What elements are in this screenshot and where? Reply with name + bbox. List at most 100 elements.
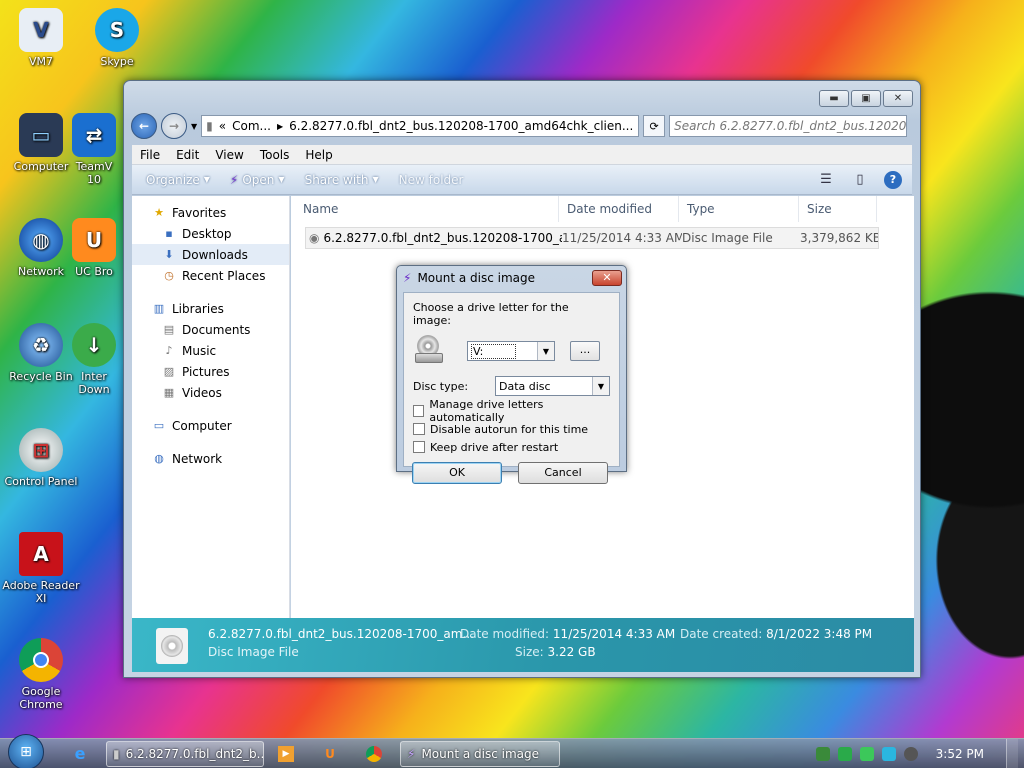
desktop-icon-adobe-reader[interactable]: A Adobe Reader XI	[0, 532, 82, 605]
desktop-icon-control-panel[interactable]: ⊞ Control Panel	[0, 428, 82, 488]
nav-favorites[interactable]: ★ Favorites	[132, 202, 289, 223]
recent-pages-chevron-icon[interactable]: ▼	[191, 122, 197, 131]
nav-recent-places[interactable]: ◷ Recent Places	[132, 265, 289, 286]
tray-volume-icon[interactable]	[903, 746, 918, 761]
search-input[interactable]: Search 6.2.8277.0.fbl_dnt2_bus.120208...	[674, 119, 906, 133]
menu-edit[interactable]: Edit	[168, 148, 207, 162]
preview-pane-icon[interactable]: ▯	[850, 171, 870, 189]
browse-button[interactable]: ...	[570, 341, 600, 361]
chrome-icon	[19, 638, 63, 682]
menu-view[interactable]: View	[207, 148, 251, 162]
disable-autorun-checkbox[interactable]: Disable autorun for this time	[413, 422, 610, 436]
computer-icon: ▭	[153, 419, 165, 432]
view-options-icon[interactable]: ☰	[816, 171, 836, 189]
breadcrumb-arrow-icon[interactable]: ▶	[277, 122, 283, 131]
file-row[interactable]: ◉6.2.8277.0.fbl_dnt2_bus.120208-1700_am.…	[305, 227, 879, 249]
back-button[interactable]: ←	[131, 113, 157, 139]
daemon-tools-icon: ⚡	[403, 271, 412, 285]
tray-flag-icon[interactable]	[859, 746, 874, 761]
dialog-close-button[interactable]: ✕	[592, 270, 622, 286]
open-button[interactable]: ⚡ Open ▼	[222, 173, 293, 187]
minimize-button[interactable]: ▬	[819, 90, 849, 107]
taskbar-mount-dialog-task[interactable]: ⚡ Mount a disc image	[400, 740, 560, 767]
keep-drive-checkbox[interactable]: Keep drive after restart	[413, 440, 610, 454]
taskbar-explorer-task[interactable]: ▮ 6.2.8277.0.fbl_dnt2_b...	[106, 740, 264, 767]
disc-image-file-icon: ◉	[309, 231, 320, 245]
details-modified: 11/25/2014 4:33 AM	[552, 627, 676, 641]
taskbar: ⊞ e ▮ 6.2.8277.0.fbl_dnt2_b... ▶ U ⚡ Mount…	[0, 733, 1024, 768]
nav-downloads[interactable]: ⬇ Downloads	[132, 244, 289, 265]
menu-help[interactable]: Help	[297, 148, 340, 162]
start-button[interactable]: ⊞	[8, 733, 44, 768]
desktop-icon-internet-download[interactable]: ↓ Inter Down	[64, 323, 124, 396]
desktop-icon-uc-browser[interactable]: U UC Bro	[64, 218, 124, 278]
chevron-down-icon: ▼	[372, 175, 379, 184]
control-panel-icon: ⊞	[19, 428, 63, 472]
maximize-button[interactable]: ▣	[851, 90, 881, 107]
show-desktop-button[interactable]	[1006, 738, 1018, 768]
desktop-icon-vm7[interactable]: V VM7	[0, 8, 82, 68]
vm7-icon: V	[19, 8, 63, 52]
nav-libraries[interactable]: ▥ Libraries	[132, 298, 289, 319]
nav-pictures[interactable]: ▨ Pictures	[132, 361, 289, 382]
menu-tools[interactable]: Tools	[252, 148, 298, 162]
disc-image-icon: ▮	[206, 119, 213, 133]
column-type[interactable]: Type	[679, 196, 799, 222]
close-button[interactable]: ✕	[883, 90, 913, 107]
nav-desktop[interactable]: ▪ Desktop	[132, 223, 289, 244]
taskbar-chrome[interactable]	[352, 740, 396, 768]
details-modified-label: Date modified:	[460, 627, 550, 641]
help-icon[interactable]: ?	[884, 170, 902, 189]
internet-explorer-icon: e	[74, 744, 86, 763]
daemon-tools-icon: ⚡	[229, 172, 239, 187]
network-icon: ◍	[154, 452, 164, 465]
address-bar[interactable]: ▮ « Com... ▶ 6.2.8277.0.fbl_dnt2_bus.120…	[201, 115, 640, 137]
clock[interactable]: 3:52 PM	[926, 747, 998, 761]
nav-videos[interactable]: ▦ Videos	[132, 382, 289, 403]
details-pane: 6.2.8277.0.fbl_dnt2_bus.120208-1700_am..…	[132, 618, 914, 672]
taskbar-media-player[interactable]: ▶	[264, 740, 308, 768]
virtual-drive-icon	[413, 335, 447, 367]
navigation-bar: ← → ▼ ▮ « Com... ▶ 6.2.8277.0.fbl_dnt2_b…	[131, 113, 913, 139]
column-name[interactable]: Name	[291, 196, 559, 222]
refresh-button[interactable]: ⟳	[643, 115, 666, 137]
desktop-icon-skype[interactable]: S Skype	[76, 8, 158, 68]
tray-network-icon[interactable]	[815, 746, 830, 761]
taskbar-internet-explorer[interactable]: e	[58, 740, 102, 768]
column-date-modified[interactable]: Date modified	[559, 196, 679, 222]
disc-image-icon: ▮	[113, 746, 120, 761]
recycle-bin-icon: ♻	[19, 323, 63, 367]
navigation-pane: ★ Favorites ▪ Desktop ⬇ Downloads ◷ Recent P…	[132, 196, 290, 618]
column-size[interactable]: Size	[799, 196, 877, 222]
tray-monitor-icon[interactable]	[881, 746, 896, 761]
libraries-icon: ▥	[153, 302, 165, 315]
uc-browser-icon: U	[325, 746, 335, 761]
drive-letter-select[interactable]: V: ▼	[467, 341, 555, 361]
daemon-tools-icon: ⚡	[407, 746, 416, 761]
menu-file[interactable]: File	[132, 148, 168, 162]
ok-button[interactable]: OK	[412, 462, 502, 484]
desktop-icon-google-chrome[interactable]: Google Chrome	[0, 638, 82, 711]
disc-type-select[interactable]: Data disc ▼	[495, 376, 610, 396]
dialog-title: Mount a disc image	[417, 271, 536, 285]
nav-computer[interactable]: ▭ Computer	[132, 415, 289, 436]
taskbar-uc-browser[interactable]: U	[308, 740, 352, 768]
nav-network[interactable]: ◍ Network	[132, 448, 289, 469]
desktop-icon-teamviewer[interactable]: ⇄ TeamV 10	[64, 113, 124, 186]
address-crumb-computer[interactable]: Com...	[232, 119, 271, 133]
manage-drive-letters-checkbox[interactable]: Manage drive letters automatically	[413, 398, 610, 424]
address-crumb-folder[interactable]: 6.2.8277.0.fbl_dnt2_bus.120208-1700_amd6…	[289, 119, 633, 133]
tray-security-icon[interactable]	[837, 746, 852, 761]
address-overflow[interactable]: «	[219, 119, 226, 133]
organize-button[interactable]: Organize ▼	[138, 173, 218, 187]
nav-music[interactable]: ♪ Music	[132, 340, 289, 361]
cancel-button[interactable]: Cancel	[518, 462, 608, 484]
search-box[interactable]: Search 6.2.8277.0.fbl_dnt2_bus.120208...…	[669, 115, 908, 137]
new-folder-button[interactable]: New folder	[391, 173, 472, 187]
share-with-button[interactable]: Share with ▼	[297, 173, 387, 187]
mount-disc-image-dialog[interactable]: ⚡ Mount a disc image ✕ Choose a drive let…	[396, 265, 627, 484]
nav-documents[interactable]: ▤ Documents	[132, 319, 289, 340]
recent-places-icon: ◷	[164, 269, 174, 282]
forward-button[interactable]: →	[161, 113, 187, 139]
windows-logo-icon: ⊞	[20, 743, 32, 760]
